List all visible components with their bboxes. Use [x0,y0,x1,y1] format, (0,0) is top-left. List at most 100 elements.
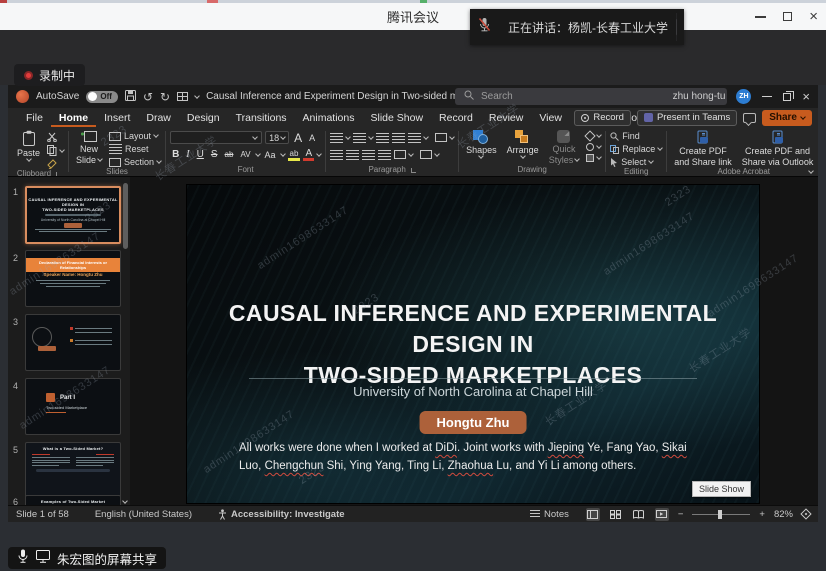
thumbnail-scrollbar[interactable] [123,183,128,249]
meeting-close-button[interactable]: × [809,9,818,24]
slideshow-from-start-icon[interactable] [177,92,188,101]
save-icon[interactable] [125,90,136,104]
text-direction-icon[interactable] [435,133,447,142]
change-case-button[interactable]: Aa [263,150,278,160]
create-pdf-share-link-button[interactable]: Create PDF and Share link [671,130,735,167]
shape-outline-button[interactable] [586,143,601,151]
slide-canvas[interactable]: CAUSAL INFERENCE AND EXPERIMENTAL DESIGN… [187,185,759,503]
record-button[interactable]: Record [574,110,631,126]
zoom-level[interactable]: 82% [774,509,793,520]
bold-button[interactable]: B [170,149,181,160]
notes-button[interactable]: Notes [530,509,569,520]
quick-styles-button[interactable]: Quick Styles [546,130,583,165]
section-button[interactable]: Section [109,157,161,167]
reading-view-icon[interactable] [632,508,646,521]
line-spacing-icon[interactable] [408,133,421,143]
tab-view[interactable]: View [531,108,570,127]
italic-button[interactable]: I [184,149,191,160]
dialog-launcher-icon[interactable] [411,168,416,173]
align-center-icon[interactable] [346,150,359,160]
accessibility-status[interactable]: Accessibility: Investigate [218,509,345,520]
comments-icon[interactable] [743,113,756,123]
underline-button[interactable]: U [195,149,206,160]
tab-slide-show[interactable]: Slide Show [363,108,432,127]
tab-file[interactable]: File [18,108,51,127]
cut-button[interactable] [47,132,57,142]
slideshow-view-icon[interactable] [655,508,669,521]
tab-record[interactable]: Record [431,108,481,127]
select-button[interactable]: Select [610,157,653,167]
slide-thumbnail-1[interactable]: CAUSAL INFERENCE AND EXPERIMENTAL DESIGN… [25,186,121,244]
justify-icon[interactable] [378,150,391,160]
normal-view-icon[interactable] [586,508,600,521]
clear-formatting-button[interactable]: ab [223,150,236,159]
zoom-slider-knob[interactable] [718,510,722,519]
align-right-icon[interactable] [362,150,375,160]
character-spacing-button[interactable]: AV [238,150,252,159]
ppt-restore-button[interactable] [783,93,791,101]
slide-thumbnail-6[interactable]: Examples of Two-Sided Market [25,495,121,505]
copy-button[interactable] [47,145,64,156]
workspace: 1 CAUSAL INFERENCE AND EXPERIMENTAL DESI… [8,177,818,505]
redo-icon[interactable]: ↻ [160,91,170,103]
tab-animations[interactable]: Animations [295,108,363,127]
account-avatar[interactable]: ZH [736,89,751,104]
share-button[interactable]: Share [762,110,812,126]
format-painter-button[interactable] [47,159,57,169]
shape-fill-button[interactable] [586,132,601,140]
slide-thumbnail-3[interactable] [25,314,121,371]
paste-button[interactable]: Paste [14,130,43,161]
meeting-minimize-button[interactable] [755,16,766,18]
present-in-teams-button[interactable]: Present in Teams [637,110,737,126]
reset-button[interactable]: Reset [109,144,149,154]
align-left-icon[interactable] [330,150,343,160]
font-size-select[interactable]: 18 [265,131,289,144]
strikethrough-button[interactable]: S [209,149,220,160]
tab-review[interactable]: Review [481,108,531,127]
slide-thumbnail-4[interactable]: Part I Two-sided Marketplace [25,378,121,435]
account-name[interactable]: zhu hong-tu [673,91,726,102]
tab-transitions[interactable]: Transitions [228,108,295,127]
zoom-in-icon[interactable]: + [759,509,765,520]
increase-indent-icon[interactable] [392,133,405,143]
grow-font-button[interactable]: A [292,131,304,145]
autosave-toggle[interactable]: Off [86,91,118,103]
tab-draw[interactable]: Draw [138,108,179,127]
scroll-down-icon[interactable] [122,498,128,504]
bullets-icon[interactable] [330,133,343,143]
replace-button[interactable]: Replace [610,144,662,154]
columns-icon[interactable] [394,150,406,159]
tab-home[interactable]: Home [51,108,96,127]
find-button[interactable]: Find [610,131,640,141]
slide-thumbnail-2[interactable]: Declaration of Financial Interests or Re… [25,250,121,307]
meeting-maximize-button[interactable] [783,12,792,21]
new-slide-button[interactable]: New Slide [73,130,105,165]
tab-design[interactable]: Design [179,108,228,127]
layout-button[interactable]: Layout [109,131,158,141]
smartart-icon[interactable] [420,150,432,159]
numbering-icon[interactable] [353,133,366,143]
arrange-button[interactable]: Arrange [504,130,542,158]
shapes-button[interactable]: Shapes [463,130,500,158]
slide-thumbnail-5[interactable]: What is a Two-Sided Market? [25,442,121,498]
zoom-out-icon[interactable]: − [678,509,684,520]
highlight-color-button[interactable]: ab [288,149,301,161]
fit-slide-icon[interactable] [800,508,811,519]
ppt-minimize-button[interactable] [762,96,772,98]
undo-icon[interactable]: ↺ [143,91,153,103]
ppt-close-button[interactable]: × [802,90,810,103]
screen-share-icon[interactable] [36,550,50,566]
shrink-font-button[interactable]: A [307,133,317,143]
font-name-select[interactable] [170,131,262,144]
language-status[interactable]: English (United States) [95,509,192,520]
zoom-slider[interactable] [692,514,750,515]
tab-insert[interactable]: Insert [96,108,138,127]
quick-access-caret-icon[interactable] [194,93,200,99]
font-color-button[interactable]: A [303,149,314,161]
mic-icon[interactable] [17,549,29,567]
shape-effects-button[interactable] [586,154,601,162]
decrease-indent-icon[interactable] [376,133,389,143]
create-pdf-outlook-button[interactable]: Create PDF and Share via Outlook [739,130,817,167]
slide-sorter-icon[interactable] [609,508,623,521]
thumb-number: 1 [13,187,18,197]
